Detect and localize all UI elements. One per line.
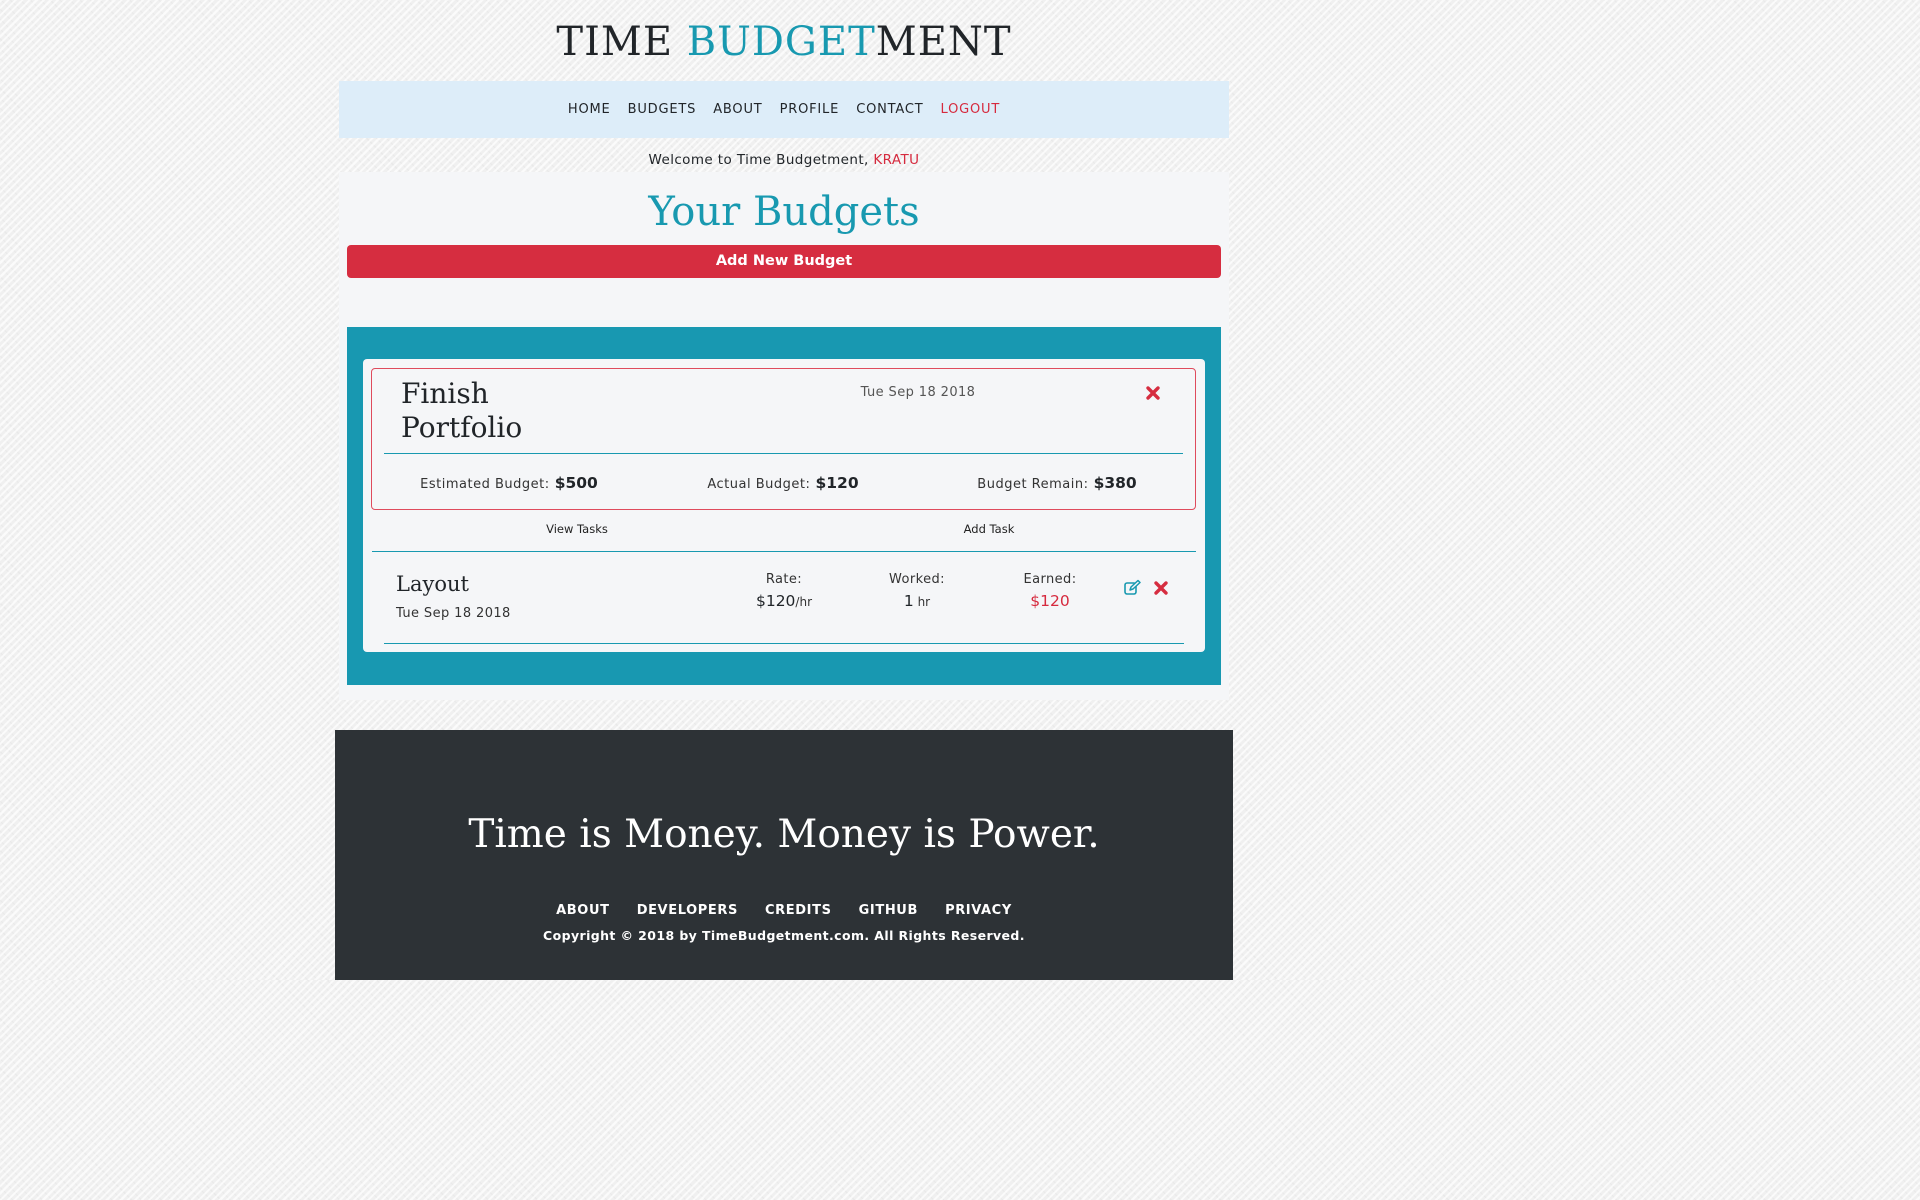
- budget-remain-value: $380: [1093, 474, 1137, 492]
- task-rate-label: Rate:: [765, 572, 803, 587]
- site-title-accent: BUDGET: [686, 19, 876, 65]
- welcome-message: Welcome to Time Budgetment, KRATU: [0, 150, 1568, 170]
- footer-link-github[interactable]: GITHUB: [859, 901, 918, 921]
- nav-about[interactable]: ABOUT: [713, 81, 762, 138]
- task-worked-unit: hr: [913, 595, 931, 609]
- estimated-budget: Estimated Budget: $500: [379, 472, 639, 496]
- nav-home[interactable]: HOME: [568, 81, 611, 138]
- footer-link-credits[interactable]: CREDITS: [765, 901, 832, 921]
- task-name: Layout: [396, 572, 469, 596]
- nav-contact[interactable]: CONTACT: [856, 81, 923, 138]
- welcome-text: Welcome to Time Budgetment,: [648, 152, 874, 168]
- task-rate-value-line: $120/hr: [724, 589, 844, 614]
- delete-budget-icon[interactable]: [1144, 384, 1162, 402]
- welcome-username: KRATU: [873, 152, 920, 168]
- edit-task-icon[interactable]: [1123, 579, 1141, 597]
- task-rate: Rate: $120/hr: [724, 571, 844, 614]
- estimated-budget-label: Estimated Budget:: [420, 477, 550, 492]
- budget-name-line2: Portfolio: [401, 411, 523, 444]
- site-title: TIME BUDGETMENT: [0, 18, 1568, 66]
- budget-name: Finish Portfolio: [401, 377, 661, 445]
- task-earned-value: $120: [1030, 592, 1070, 610]
- task-earned-label: Earned:: [1023, 572, 1077, 587]
- task-rate-value: $120: [755, 592, 796, 610]
- site-title-part1: TIME: [556, 19, 687, 65]
- add-new-budget-button[interactable]: Add New Budget: [347, 245, 1221, 278]
- footer-links: ABOUT DEVELOPERS CREDITS GITHUB PRIVACY: [335, 899, 1233, 921]
- actual-budget: Actual Budget: $120: [653, 472, 913, 496]
- actual-budget-label: Actual Budget:: [707, 477, 811, 492]
- task-worked-value: 1: [903, 592, 914, 610]
- task-worked-value-line: 1 hr: [857, 589, 977, 614]
- estimated-budget-value: $500: [554, 474, 598, 492]
- budget-divider: [384, 453, 1183, 454]
- page-heading: Your Budgets: [648, 189, 920, 235]
- task-divider: [384, 643, 1184, 644]
- budget-remain: Budget Remain: $380: [927, 472, 1187, 496]
- tabs-divider: [372, 551, 1196, 552]
- footer-link-about[interactable]: ABOUT: [556, 901, 609, 921]
- view-tasks-link[interactable]: View Tasks: [467, 521, 687, 537]
- actual-budget-value: $120: [815, 474, 859, 492]
- task-worked: Worked: 1 hr: [857, 571, 977, 614]
- main-navbar: HOME BUDGETS ABOUT PROFILE CONTACT LOGOU…: [339, 81, 1229, 138]
- nav-profile[interactable]: PROFILE: [780, 81, 839, 138]
- task-rate-unit: /hr: [795, 595, 813, 609]
- task-earned: Earned: $120: [990, 571, 1110, 613]
- footer-link-privacy[interactable]: PRIVACY: [945, 901, 1012, 921]
- delete-task-icon[interactable]: [1152, 579, 1170, 597]
- nav-budgets[interactable]: BUDGETS: [628, 81, 697, 138]
- site-title-part2: MENT: [875, 19, 1012, 65]
- add-task-link[interactable]: Add Task: [879, 521, 1099, 537]
- footer-link-developers[interactable]: DEVELOPERS: [637, 901, 738, 921]
- budget-name-line1: Finish: [401, 377, 489, 410]
- nav-logout[interactable]: LOGOUT: [941, 81, 1001, 138]
- footer-slogan: Time is Money. Money is Power.: [468, 812, 1100, 857]
- footer-copyright: Copyright © 2018 by TimeBudgetment.com. …: [543, 928, 1025, 943]
- budget-date: Tue Sep 18 2018: [860, 385, 976, 400]
- task-date: Tue Sep 18 2018: [396, 606, 511, 621]
- task-worked-label: Worked:: [889, 572, 945, 587]
- budget-remain-label: Budget Remain:: [977, 477, 1089, 492]
